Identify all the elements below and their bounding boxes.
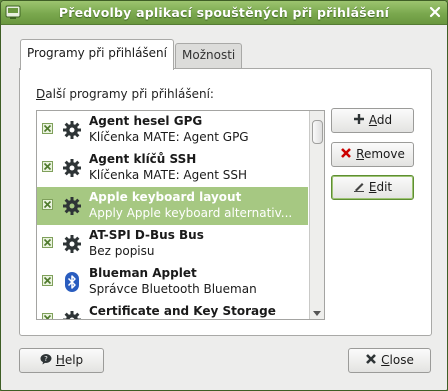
check-icon: [43, 162, 52, 171]
close-icon: [366, 354, 377, 364]
remove-button[interactable]: Remove: [331, 142, 414, 167]
tab-panel: Další programy při přihlášení: Agent hes…: [19, 68, 432, 336]
program-name: Agent klíčů SSH: [89, 152, 197, 166]
remove-button-mnemonic: R: [356, 147, 364, 161]
gear-icon: [63, 159, 81, 177]
program-description: Klíčenka MATE: Agent SSH: [89, 168, 248, 182]
help-button[interactable]: ? Help: [19, 348, 104, 373]
tab-startup-programs[interactable]: Programy při přihlášení: [20, 39, 174, 70]
program-name: Agent hesel GPG: [89, 114, 203, 128]
add-button-mnemonic: A: [368, 113, 377, 127]
program-description: Bez popisu: [89, 244, 155, 258]
gear-icon: [63, 197, 81, 215]
bluetooth-icon: [65, 272, 79, 292]
program-name: Blueman Applet: [89, 266, 197, 280]
check-icon: [43, 276, 52, 285]
list-item[interactable]: Agent klíčů SSH Klíčenka MATE: Agent SSH: [37, 149, 308, 187]
edit-button[interactable]: Edit: [331, 175, 414, 200]
enabled-checkbox[interactable]: [42, 275, 53, 286]
add-button-label: dd: [376, 113, 393, 127]
program-name: AT-SPI D-Bus Bus: [89, 228, 204, 242]
remove-x-icon: [341, 148, 352, 158]
plus-icon: [353, 114, 364, 124]
close-button-mnemonic: C: [381, 353, 390, 367]
program-description: Klíčenka MATE: Agent GPG: [89, 130, 249, 144]
svg-text:?: ?: [44, 355, 48, 363]
add-button[interactable]: Add: [331, 108, 414, 133]
enabled-checkbox[interactable]: [42, 123, 53, 134]
enabled-checkbox[interactable]: [42, 313, 53, 319]
list-item[interactable]: AT-SPI D-Bus Bus Bez popisu: [37, 225, 308, 263]
list-item-selected[interactable]: Apple keyboard layout Apply Apple keyboa…: [37, 187, 308, 225]
gear-icon: [63, 235, 81, 253]
list-item[interactable]: Blueman Applet Správce Bluetooth Blueman: [37, 263, 308, 301]
program-description: Apply Apple keyboard alternativ...: [89, 206, 293, 220]
list-label-mnemonic: D: [36, 87, 46, 101]
help-button-label: elp: [64, 353, 84, 367]
remove-button-label: emove: [363, 147, 405, 161]
list-item[interactable]: Agent hesel GPG Klíčenka MATE: Agent GPG: [37, 111, 308, 149]
title-bar[interactable]: Předvolby aplikací spouštěných při přihl…: [1, 1, 447, 25]
enabled-checkbox[interactable]: [42, 237, 53, 248]
help-icon: ?: [40, 354, 52, 365]
program-description: Správce Bluetooth Blueman: [89, 282, 257, 296]
startup-programs-list[interactable]: Agent hesel GPG Klíčenka MATE: Agent GPG…: [36, 110, 325, 320]
edit-button-label: dit: [376, 180, 393, 194]
window-title: Předvolby aplikací spouštěných při přihl…: [58, 5, 390, 20]
help-button-mnemonic: H: [55, 353, 65, 367]
close-button-label: lose: [389, 353, 414, 367]
list-label: Další programy při přihlášení:: [36, 87, 214, 101]
tab-options[interactable]: Možnosti: [175, 43, 243, 68]
check-icon: [43, 238, 52, 247]
list-item[interactable]: Certificate and Key Storage: [37, 301, 308, 319]
window-close-icon[interactable]: [428, 5, 442, 19]
gear-icon: [63, 311, 81, 319]
gear-icon: [63, 121, 81, 139]
scrollbar-thumb[interactable]: [312, 120, 323, 144]
check-icon: [43, 314, 52, 319]
close-button[interactable]: Close: [348, 348, 431, 373]
list-scrollbar[interactable]: [309, 111, 324, 319]
enabled-checkbox[interactable]: [42, 199, 53, 210]
pencil-icon: [353, 183, 364, 192]
list-label-text: alší programy při přihlášení:: [45, 87, 214, 101]
check-icon: [43, 124, 52, 133]
program-name: Apple keyboard layout: [89, 190, 242, 204]
dialog-window: Předvolby aplikací spouštěných při přihl…: [0, 0, 448, 391]
enabled-checkbox[interactable]: [42, 161, 53, 172]
check-icon: [43, 200, 52, 209]
program-name: Certificate and Key Storage: [89, 304, 276, 318]
scroll-down-arrow-icon[interactable]: [313, 311, 321, 316]
